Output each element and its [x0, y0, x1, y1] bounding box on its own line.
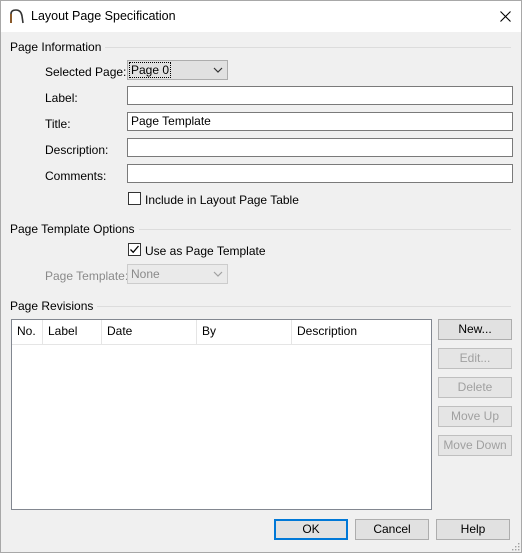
label-input[interactable]	[127, 86, 513, 105]
arch-icon	[10, 9, 24, 24]
chevron-down-icon	[213, 67, 223, 73]
chevron-down-icon	[213, 271, 223, 277]
use-as-template-label: Use as Page Template	[145, 244, 266, 258]
edit-revision-button[interactable]: Edit...	[438, 348, 512, 369]
page-template-value: None	[131, 267, 160, 281]
title-bar[interactable]: Layout Page Specification	[1, 1, 521, 32]
move-down-button[interactable]: Move Down	[438, 435, 512, 456]
page-template-label: Page Template:	[45, 269, 129, 283]
selected-page-dropdown[interactable]: Page 0	[127, 60, 228, 80]
delete-revision-button[interactable]: Delete	[438, 377, 512, 398]
column-header-label[interactable]: Label	[43, 320, 102, 344]
dialog-title: Layout Page Specification	[31, 9, 176, 23]
close-icon	[499, 10, 511, 22]
help-button[interactable]: Help	[436, 519, 510, 540]
title-input[interactable]: Page Template	[127, 112, 513, 131]
page-information-heading: Page Information	[10, 40, 106, 54]
close-button[interactable]	[493, 5, 517, 27]
use-as-template-checkbox[interactable]	[128, 243, 141, 256]
column-header-no[interactable]: No.	[12, 320, 43, 344]
page-revisions-heading: Page Revisions	[10, 299, 98, 313]
selected-page-value: Page 0	[129, 62, 172, 78]
page-template-options-heading: Page Template Options	[10, 222, 139, 236]
revisions-list-header: No. Label Date By Description	[12, 320, 431, 345]
title-field-label: Title:	[45, 117, 71, 131]
include-in-table-checkbox[interactable]	[128, 192, 141, 205]
label-field-label: Label:	[45, 91, 78, 105]
cancel-button[interactable]: Cancel	[355, 519, 429, 540]
column-header-description[interactable]: Description	[292, 320, 431, 344]
new-revision-button[interactable]: New...	[438, 319, 512, 340]
move-up-button[interactable]: Move Up	[438, 406, 512, 427]
resize-grip-icon[interactable]	[510, 541, 520, 551]
description-input[interactable]	[127, 138, 513, 157]
page-template-dropdown[interactable]: None	[127, 264, 228, 284]
ok-button[interactable]: OK	[274, 519, 348, 540]
column-header-date[interactable]: Date	[102, 320, 197, 344]
dialog-window: Layout Page Specification Page Informati…	[0, 0, 522, 553]
selected-page-label: Selected Page:	[45, 65, 127, 79]
comments-field-label: Comments:	[45, 169, 107, 183]
revisions-list[interactable]: No. Label Date By Description	[11, 319, 432, 510]
comments-input[interactable]	[127, 164, 513, 183]
column-header-by[interactable]: By	[197, 320, 292, 344]
checkmark-icon	[130, 245, 139, 254]
description-field-label: Description:	[45, 143, 109, 157]
include-in-table-label: Include in Layout Page Table	[145, 193, 299, 207]
